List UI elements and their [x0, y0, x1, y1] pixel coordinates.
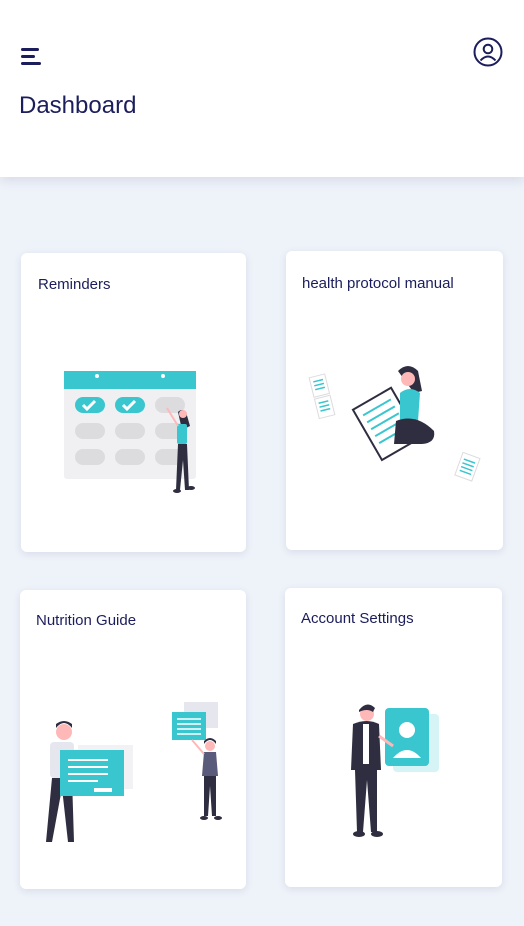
card-title-health-protocol-manual: health protocol manual [302, 275, 454, 292]
app-header: Dashboard [0, 0, 524, 177]
calendar-illustration [64, 371, 196, 493]
card-title-reminders: Reminders [38, 276, 111, 293]
document-reading-illustration [308, 366, 481, 482]
reminders-card[interactable]: Reminders [21, 253, 246, 552]
user-profile-icon[interactable] [473, 37, 503, 67]
card-title-account-settings: Account Settings [301, 610, 414, 627]
card-title-nutrition-guide: Nutrition Guide [36, 612, 137, 629]
health-protocol-manual-card[interactable]: health protocol manual [286, 251, 503, 550]
account-settings-card[interactable]: Account Settings [285, 588, 502, 887]
nutrition-guide-card[interactable]: Nutrition Guide [20, 590, 246, 889]
presentation-illustration [46, 702, 222, 842]
profile-card-illustration [351, 704, 439, 837]
page-title: Dashboard [19, 92, 137, 119]
hamburger-menu-icon[interactable] [21, 48, 43, 66]
